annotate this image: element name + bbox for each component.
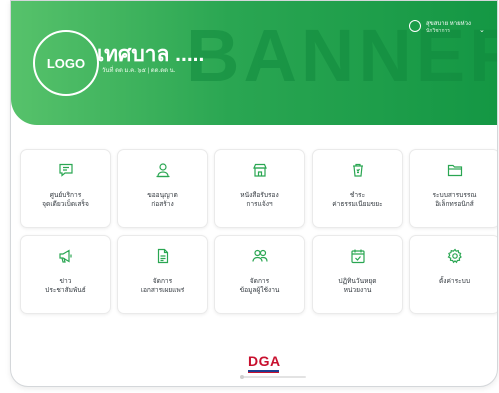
gear-icon bbox=[447, 248, 462, 264]
service-tile-label: ข่าว ประชาสัมพันธ์ bbox=[45, 278, 86, 294]
document-icon bbox=[157, 248, 168, 264]
service-tile-building-permit[interactable]: ขออนุญาต ก่อสร้าง bbox=[117, 149, 208, 228]
user-badge-icon bbox=[156, 163, 169, 178]
date-time-text: วันที่ ดด ม.ค. ๖๕ | ดด.ดด น. bbox=[102, 68, 176, 74]
user-role: นักวิชาการ bbox=[426, 28, 450, 34]
service-tile-documents[interactable]: จัดการ เอกสารเผยแพร่ bbox=[117, 235, 208, 314]
dga-logo: DGA bbox=[248, 353, 281, 369]
calendar-check-icon bbox=[350, 249, 365, 264]
service-tile-label: ระบบสารบรรณ อิเล็กทรอนิกส์ bbox=[432, 192, 477, 208]
service-tile-holiday-calendar[interactable]: ปฏิทินวันหยุด หน่วยงาน bbox=[312, 235, 403, 314]
service-tile-label: จัดการ ข้อมูลผู้ใช้งาน bbox=[239, 278, 280, 294]
service-tile-label: จัดการ เอกสารเผยแพร่ bbox=[140, 278, 185, 294]
service-tile-label: หนังสือรับรอง การแจ้งฯ bbox=[240, 192, 279, 208]
chat-bubble-icon bbox=[58, 163, 73, 177]
users-icon bbox=[251, 249, 268, 262]
trash-bin-icon bbox=[352, 163, 363, 177]
service-tile-one-stop[interactable]: ศูนย์บริการ จุดเดียวเบ็ดเสร็จ bbox=[20, 149, 111, 228]
logo[interactable]: LOGO bbox=[33, 30, 99, 96]
user-menu[interactable]: สุขสบาย หายห่วง นักวิชาการ ⌄ bbox=[409, 17, 489, 41]
service-tile-label: ปฏิทินวันหยุด หน่วยงาน bbox=[338, 278, 377, 294]
folder-icon bbox=[447, 164, 462, 177]
user-circle-icon bbox=[409, 20, 421, 32]
dga-logo-underline-red bbox=[248, 372, 279, 373]
app-screen: BANNER LOGO เทศบาล ..... วันที่ ดด ม.ค. … bbox=[10, 0, 498, 387]
chevron-down-icon[interactable]: ⌄ bbox=[479, 26, 485, 34]
scrollbar-thumb[interactable] bbox=[240, 375, 244, 379]
service-tile-settings[interactable]: ตั้งค่าระบบ bbox=[409, 235, 497, 314]
store-icon bbox=[252, 163, 267, 177]
megaphone-icon bbox=[58, 249, 72, 263]
service-tile-news[interactable]: ข่าว ประชาสัมพันธ์ bbox=[20, 235, 111, 314]
header-banner: BANNER LOGO เทศบาล ..... วันที่ ดด ม.ค. … bbox=[11, 1, 497, 125]
service-tile-certificate[interactable]: หนังสือรับรอง การแจ้งฯ bbox=[214, 149, 305, 228]
horizontal-scrollbar[interactable] bbox=[242, 376, 306, 378]
service-tile-label: ตั้งค่าระบบ bbox=[438, 278, 471, 285]
service-tile-label: ขออนุญาต ก่อสร้าง bbox=[147, 192, 178, 208]
service-tile-users[interactable]: จัดการ ข้อมูลผู้ใช้งาน bbox=[214, 235, 305, 314]
service-tile-e-saraban[interactable]: ระบบสารบรรณ อิเล็กทรอนิกส์ bbox=[409, 149, 497, 228]
service-tile-waste-fee[interactable]: ชำระ ค่าธรรมเนียมขยะ bbox=[312, 149, 403, 228]
service-tile-label: ศูนย์บริการ จุดเดียวเบ็ดเสร็จ bbox=[42, 192, 89, 208]
service-tile-label: ชำระ ค่าธรรมเนียมขยะ bbox=[332, 192, 383, 208]
